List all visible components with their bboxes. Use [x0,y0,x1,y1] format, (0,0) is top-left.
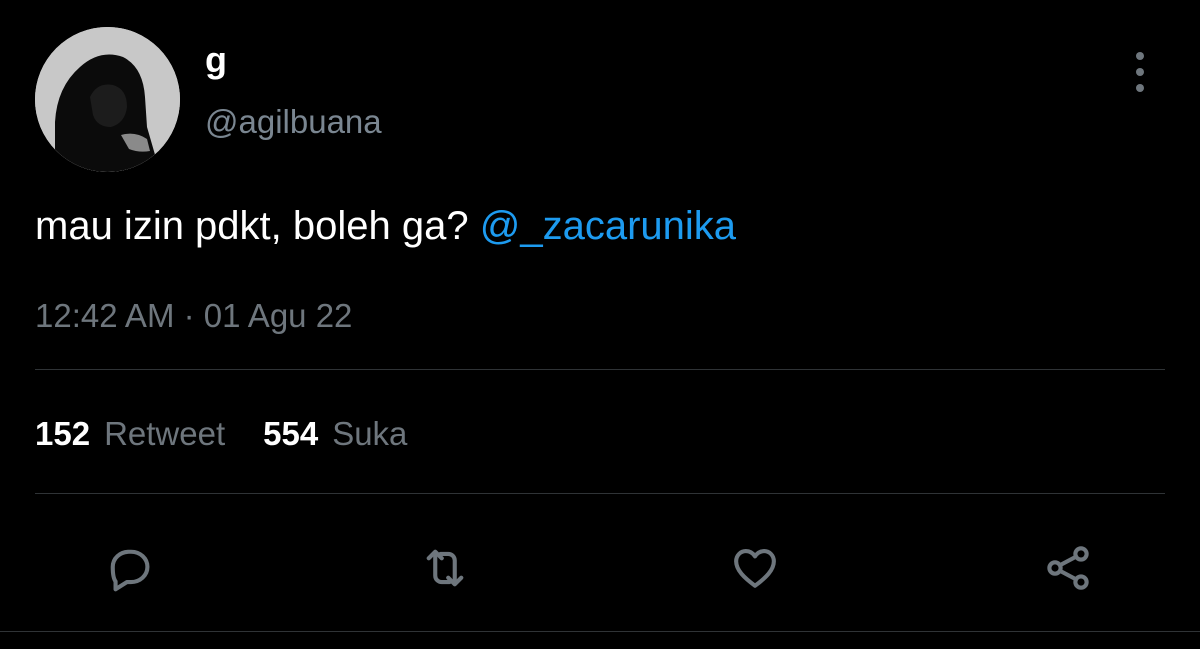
retweets-label: Retweet [104,415,226,452]
like-button[interactable] [725,538,785,598]
tweet-timestamp[interactable]: 12:42 AM · 01 Agu 22 [35,294,352,338]
reply-icon [110,549,150,592]
share-icon [1047,546,1089,590]
likes-label: Suka [332,415,408,452]
likes-stat[interactable]: 554 Suka [263,412,407,456]
retweet-icon [426,549,464,587]
retweet-button[interactable] [415,538,475,598]
tweet-body: mau izin pdkt, boleh ga? [35,204,469,248]
mention-link[interactable]: @_zacarunika [480,204,736,248]
retweets-count: 152 [35,415,91,452]
likes-count: 554 [263,415,319,452]
author-handle[interactable]: @agilbuana [205,102,382,142]
divider [0,631,1200,632]
heart-icon [734,549,776,588]
avatar-image [35,27,180,172]
more-dot-icon [1136,84,1144,92]
retweets-stat[interactable]: 152 Retweet [35,412,225,456]
divider [35,493,1165,494]
tweet-stats: 152 Retweet 554 Suka [35,412,407,456]
author-display-name[interactable]: g [205,40,227,80]
more-options-button[interactable] [1122,50,1158,94]
tweet-text: mau izin pdkt, boleh ga? @_zacarunika [35,200,736,252]
divider [35,369,1165,370]
share-button[interactable] [1038,538,1098,598]
more-dot-icon [1136,52,1144,60]
avatar[interactable] [35,27,180,172]
reply-button[interactable] [99,538,159,598]
more-dot-icon [1136,68,1144,76]
